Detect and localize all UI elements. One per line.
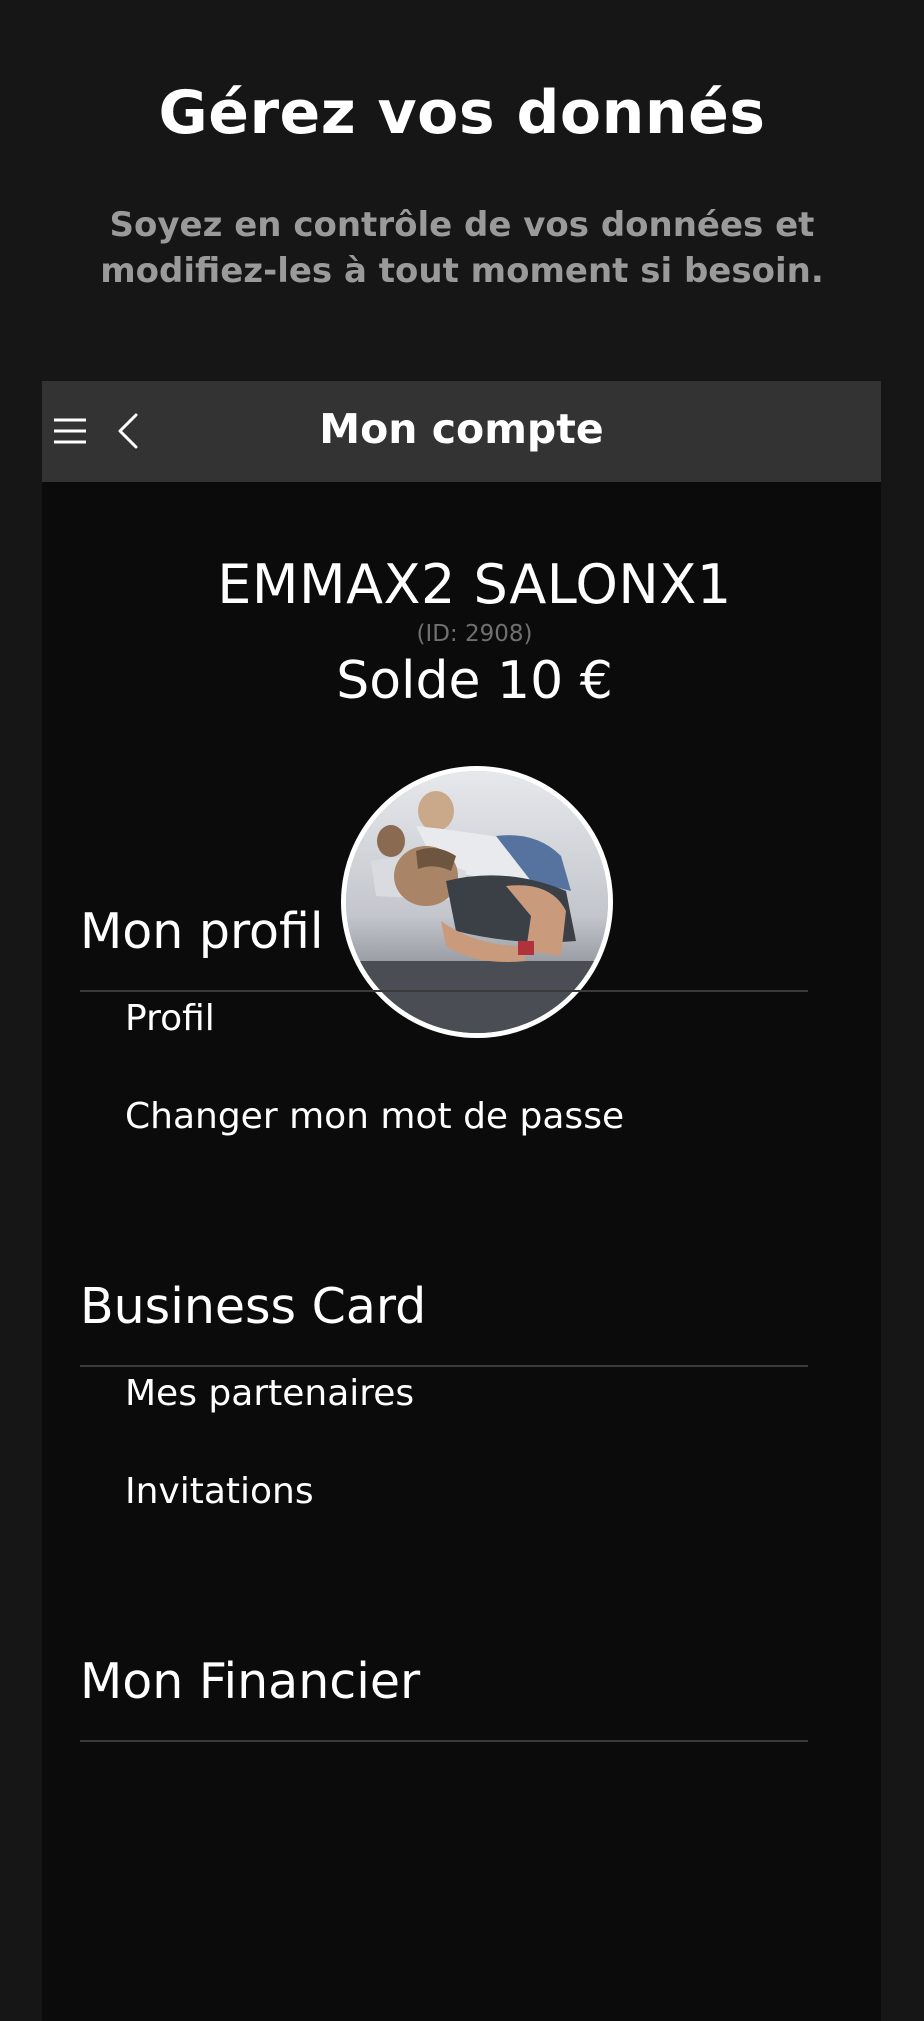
menu-item-mes-partenaires[interactable]: Mes partenaires — [125, 1373, 414, 1414]
menu-item-changer-mot-de-passe[interactable]: Changer mon mot de passe — [125, 1096, 624, 1137]
account-balance: Solde 10 € — [336, 651, 613, 711]
avatar-photo — [346, 771, 608, 1033]
menu-item-invitations[interactable]: Invitations — [125, 1471, 314, 1512]
menu-item-profil[interactable]: Profil — [125, 998, 215, 1039]
section-title-mon-profil: Mon profil — [80, 903, 324, 960]
section-divider — [80, 1740, 808, 1742]
section-title-mon-financier: Mon Financier — [80, 1653, 421, 1710]
page-title: Mon compte — [319, 405, 604, 453]
section-title-business-card: Business Card — [80, 1278, 427, 1335]
top-app-bar: Mon compte — [42, 381, 881, 482]
promo-title: Gérez vos donnés — [158, 78, 766, 148]
phone-screen: Mon compte EMMAX2 SALONX1 (ID: 2908) Sol… — [42, 381, 881, 2021]
promo-subtitle: Soyez en contrôle de vos données et modi… — [100, 205, 824, 291]
section-divider — [80, 1365, 808, 1367]
account-name: EMMAX2 SALONX1 — [217, 553, 732, 616]
avatar[interactable] — [341, 766, 613, 1038]
account-id: (ID: 2908) — [416, 621, 533, 647]
section-divider — [80, 990, 808, 992]
